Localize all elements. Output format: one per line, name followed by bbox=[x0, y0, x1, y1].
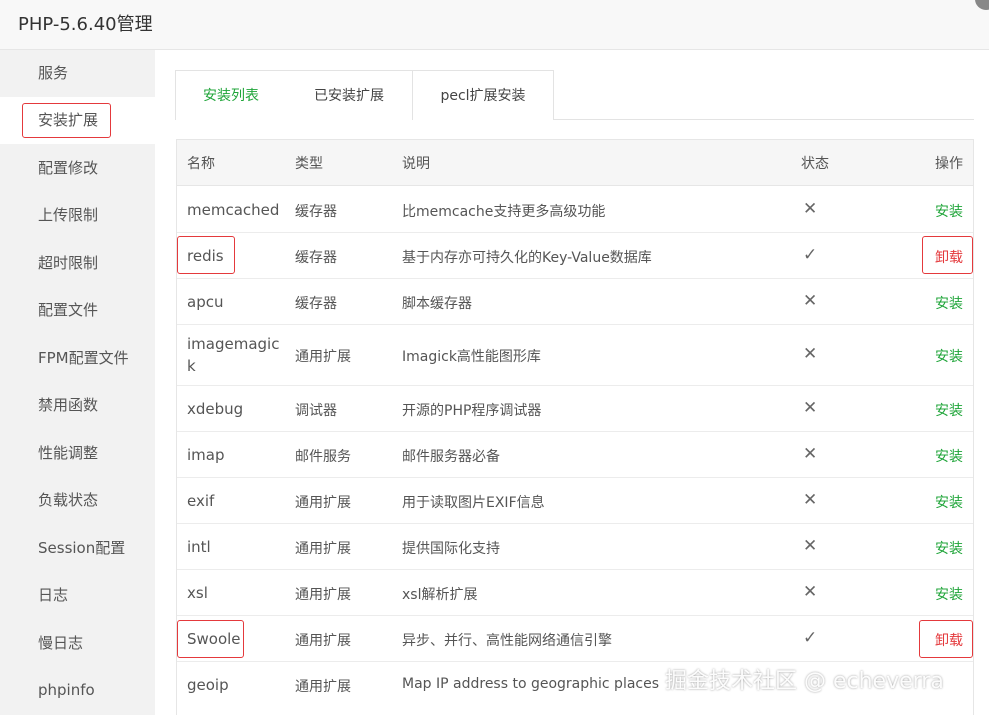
row-type: 通用扩展 bbox=[295, 679, 351, 695]
sidebar-item-config-modify[interactable]: 配置修改 bbox=[0, 145, 155, 192]
php-manager-window: PHP-5.6.40管理 服务 安装扩展 配置修改 上传限制 超时限制 配置文件… bbox=[0, 0, 989, 715]
tab-divider bbox=[553, 119, 974, 120]
row-type: 通用扩展 bbox=[295, 495, 351, 511]
sidebar-item-log[interactable]: 日志 bbox=[0, 572, 155, 619]
highlight-box-swoole bbox=[177, 620, 244, 658]
header-action: 操作 bbox=[935, 156, 963, 172]
sidebar-item-slow-log[interactable]: 慢日志 bbox=[0, 620, 155, 667]
cross-icon: ✕ bbox=[803, 582, 818, 602]
row-desc: Map IP address to geographic places bbox=[402, 676, 660, 692]
row-name: exif bbox=[187, 492, 215, 510]
extension-table: 名称 类型 说明 状态 操作 memcached 缓存器 比memcache支持… bbox=[176, 139, 974, 715]
table-row: exif 通用扩展 用于读取图片EXIF信息 ✕ 安装 bbox=[177, 478, 973, 524]
table-row: intl 通用扩展 提供国际化支持 ✕ 安装 bbox=[177, 524, 973, 570]
cross-icon: ✕ bbox=[803, 291, 818, 311]
table-row: apcu 缓存器 脚本缓存器 ✕ 安装 bbox=[177, 279, 973, 325]
table-row: xsl 通用扩展 xsl解析扩展 ✕ 安装 bbox=[177, 570, 973, 616]
header-name: 名称 bbox=[187, 156, 215, 172]
cross-icon: ✕ bbox=[803, 344, 818, 364]
tab-installed-ext[interactable]: 已安装扩展 bbox=[286, 70, 413, 120]
install-button[interactable]: 安装 bbox=[935, 400, 963, 420]
row-type: 通用扩展 bbox=[295, 587, 351, 603]
row-desc: Imagick高性能图形库 bbox=[402, 349, 541, 365]
tab-pecl-install[interactable]: pecl扩展安装 bbox=[412, 70, 554, 120]
install-button[interactable]: 安装 bbox=[935, 446, 963, 466]
cross-icon: ✕ bbox=[803, 199, 818, 219]
sidebar-item-fpm-config[interactable]: FPM配置文件 bbox=[0, 335, 155, 382]
sidebar-item-load-status[interactable]: 负载状态 bbox=[0, 477, 155, 524]
row-name: xdebug bbox=[187, 400, 244, 418]
row-name-line1: imagemagic bbox=[187, 335, 280, 353]
row-type: 调试器 bbox=[295, 403, 337, 419]
row-name: memcached bbox=[187, 201, 280, 219]
header-type: 类型 bbox=[295, 156, 323, 172]
check-icon: ✓ bbox=[803, 245, 818, 265]
row-desc: 比memcache支持更多高级功能 bbox=[402, 204, 606, 220]
install-button[interactable]: 安装 bbox=[935, 584, 963, 604]
cross-icon: ✕ bbox=[803, 536, 818, 556]
table-row: Swoole 通用扩展 异步、并行、高性能网络通信引擎 ✓ 卸载 bbox=[177, 616, 973, 662]
row-name: geoip bbox=[187, 676, 229, 694]
table-header: 名称 类型 说明 状态 操作 bbox=[177, 140, 973, 186]
row-name-line2: k bbox=[187, 357, 196, 375]
row-name: intl bbox=[187, 538, 211, 556]
table-row: redis 缓存器 基于内存亦可持久化的Key-Value数据库 ✓ 卸载 bbox=[177, 233, 973, 279]
row-type: 缓存器 bbox=[295, 204, 337, 220]
install-button[interactable]: 安装 bbox=[935, 538, 963, 558]
close-icon[interactable] bbox=[975, 0, 989, 10]
row-type: 缓存器 bbox=[295, 296, 337, 312]
install-button[interactable]: 安装 bbox=[935, 346, 963, 366]
install-button[interactable]: 安装 bbox=[935, 293, 963, 313]
sidebar-item-performance[interactable]: 性能调整 bbox=[0, 430, 155, 477]
row-type: 通用扩展 bbox=[295, 541, 351, 557]
row-desc: 基于内存亦可持久化的Key-Value数据库 bbox=[402, 250, 652, 266]
row-desc: 脚本缓存器 bbox=[402, 296, 472, 312]
table-row: imagemagic k 通用扩展 Imagick高性能图形库 ✕ 安装 bbox=[177, 325, 973, 386]
tab-install-list[interactable]: 安装列表 bbox=[175, 70, 287, 120]
row-name: imap bbox=[187, 446, 225, 464]
row-desc: xsl解析扩展 bbox=[402, 587, 478, 603]
header-desc: 说明 bbox=[402, 156, 430, 172]
header-status: 状态 bbox=[801, 156, 829, 172]
row-desc: 异步、并行、高性能网络通信引擎 bbox=[402, 633, 612, 649]
table-row: memcached 缓存器 比memcache支持更多高级功能 ✕ 安装 bbox=[177, 187, 973, 233]
highlight-box-swoole-uninstall bbox=[919, 620, 973, 658]
row-desc: 用于读取图片EXIF信息 bbox=[402, 495, 545, 511]
window-title: PHP-5.6.40管理 bbox=[18, 14, 153, 35]
sidebar-item-disabled-functions[interactable]: 禁用函数 bbox=[0, 382, 155, 429]
install-button[interactable]: 安装 bbox=[935, 492, 963, 512]
row-name: apcu bbox=[187, 293, 224, 311]
row-type: 通用扩展 bbox=[295, 349, 351, 365]
highlight-box-redis-uninstall bbox=[922, 236, 973, 274]
sidebar-item-timeout-limit[interactable]: 超时限制 bbox=[0, 240, 155, 287]
row-desc: 开源的PHP程序调试器 bbox=[402, 403, 542, 419]
row-type: 邮件服务 bbox=[295, 449, 351, 465]
watermark: 掘金技术社区 @ echeverra bbox=[665, 669, 944, 694]
highlight-box-redis bbox=[177, 236, 235, 274]
install-button[interactable]: 安装 bbox=[935, 201, 963, 221]
cross-icon: ✕ bbox=[803, 444, 818, 464]
sidebar-item-upload-limit[interactable]: 上传限制 bbox=[0, 192, 155, 239]
sidebar-item-phpinfo[interactable]: phpinfo bbox=[0, 667, 155, 714]
cross-icon: ✕ bbox=[803, 490, 818, 510]
table-row: imap 邮件服务 邮件服务器必备 ✕ 安装 bbox=[177, 432, 973, 478]
row-name: xsl bbox=[187, 584, 208, 602]
highlight-box-install-ext bbox=[22, 103, 111, 138]
row-desc: 提供国际化支持 bbox=[402, 541, 500, 557]
check-icon: ✓ bbox=[803, 628, 818, 648]
cross-icon: ✕ bbox=[803, 398, 818, 418]
titlebar: PHP-5.6.40管理 bbox=[0, 0, 989, 50]
row-type: 缓存器 bbox=[295, 250, 337, 266]
sidebar-item-service[interactable]: 服务 bbox=[0, 50, 155, 97]
sidebar-item-session-config[interactable]: Session配置 bbox=[0, 525, 155, 572]
row-type: 通用扩展 bbox=[295, 633, 351, 649]
sidebar-item-config-file[interactable]: 配置文件 bbox=[0, 287, 155, 334]
row-desc: 邮件服务器必备 bbox=[402, 449, 500, 465]
sidebar: 服务 安装扩展 配置修改 上传限制 超时限制 配置文件 FPM配置文件 禁用函数… bbox=[0, 50, 155, 715]
table-row: xdebug 调试器 开源的PHP程序调试器 ✕ 安装 bbox=[177, 386, 973, 432]
